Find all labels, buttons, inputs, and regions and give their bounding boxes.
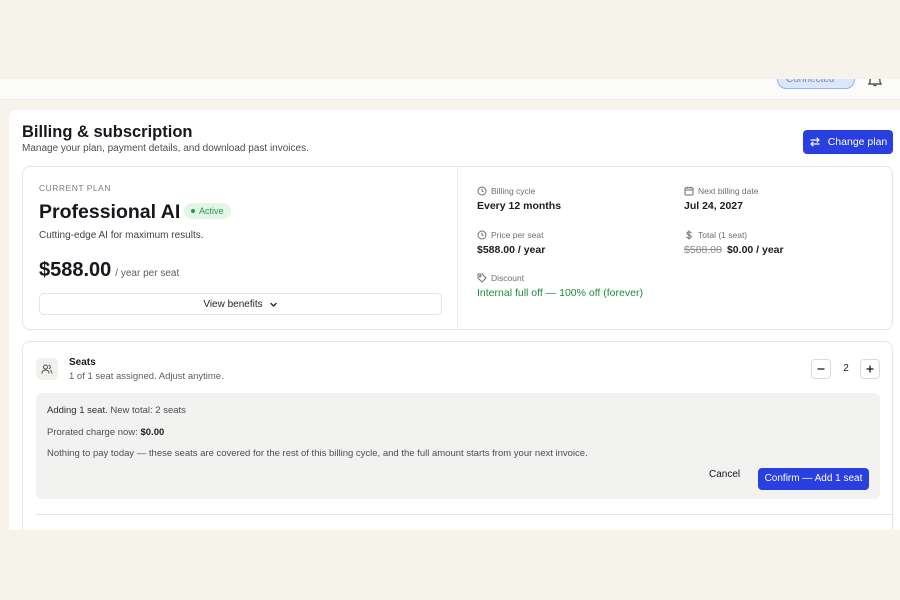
plan-name: Professional AI [39,201,181,223]
swap-arrows-icon [810,137,820,147]
clock-icon [477,186,487,196]
seats-card: Seats 1 of 1 seat assigned. Adjust anyti… [22,341,894,530]
total-label: Total (1 seat) [698,230,748,240]
price-per-seat-value: $588.00 / year [477,244,546,256]
seat-change-summary-prefix: Adding 1 seat. [47,405,108,416]
top-bar: Connected [0,79,900,100]
seat-change-confirmation: Adding 1 seat. New total: 2 seats Prorat… [36,393,880,499]
status-badge: Active [184,203,231,219]
seats-title: Seats [69,357,96,368]
calendar-icon [684,186,694,196]
divider [36,514,894,515]
change-plan-button[interactable]: Change plan [803,130,893,154]
connection-status-badge[interactable]: Connected [777,79,855,89]
total-value: $588.00 $0.00 / year [684,244,784,256]
plan-eyebrow: CURRENT PLAN [39,183,111,193]
discount-label: Discount [491,273,525,283]
status-badge-label: Active [199,206,224,216]
bell-icon[interactable] [866,79,884,87]
cancel-button[interactable]: Cancel [709,469,740,480]
plan-price: $588.00 / year per seat [39,259,179,282]
next-billing-date: Next billing date Jul 24, 2027 [684,185,758,212]
seat-change-summary: Adding 1 seat. New total: 2 seats [47,405,186,416]
increment-seats-button[interactable] [860,359,880,379]
seat-count: 2 [843,363,849,374]
users-icon [41,364,53,374]
price-unit: / year per seat [115,268,180,279]
next-billing-date-label: Next billing date [698,186,759,196]
price-amount: $588.00 [39,259,112,281]
clock-icon [477,230,487,240]
decrement-seats-button[interactable] [811,359,831,379]
change-plan-label: Change plan [827,136,888,148]
dollar-icon [686,230,692,240]
current-plan-card: CURRENT PLAN Professional AI Active Cutt… [22,166,893,330]
chevron-down-icon [269,302,277,307]
billing-panel: Billing & subscription Manage your plan,… [9,110,900,530]
status-dot-icon [191,209,195,213]
tag-icon [477,273,487,283]
view-benefits-label: View benefits [203,298,263,310]
plus-icon [866,365,874,373]
page-title: Billing & subscription [22,123,193,141]
plan-description: Cutting-edge AI for maximum results. [39,230,204,241]
minus-icon [817,368,825,370]
total-discounted-price: $0.00 / year [726,244,784,256]
total-original-price: $588.00 [684,244,722,256]
discount-value: Internal full off — 100% off (forever) [477,287,643,299]
plan-summary: CURRENT PLAN Professional AI Active Cutt… [23,167,458,329]
seat-change-summary-suffix: New total: 2 seats [110,405,186,416]
discount: Discount Internal full off — 100% off (f… [477,272,643,299]
prorated-charge: Prorated charge now: $0.00 [47,427,164,438]
seats-subtitle: 1 of 1 seat assigned. Adjust anytime. [69,371,224,382]
prorated-charge-label: Prorated charge now: [47,427,138,438]
view-benefits-button[interactable]: View benefits [39,293,442,315]
price-per-seat-label: Price per seat [491,230,544,240]
billing-cycle-label: Billing cycle [491,186,536,196]
page-subtitle: Manage your plan, payment details, and d… [22,143,309,154]
total: Total (1 seat) $588.00 $0.00 / year [684,229,784,256]
next-billing-date-value: Jul 24, 2027 [684,200,743,212]
prorated-charge-value: $0.00 [140,427,165,438]
seats-icon-tile [36,358,58,380]
seat-change-note: Nothing to pay today — these seats are c… [47,448,588,459]
price-per-seat: Price per seat $588.00 / year [477,229,545,256]
confirm-add-seat-button[interactable]: Confirm — Add 1 seat [758,468,869,490]
billing-cycle-value: Every 12 months [477,200,562,212]
billing-cycle: Billing cycle Every 12 months [477,185,561,212]
